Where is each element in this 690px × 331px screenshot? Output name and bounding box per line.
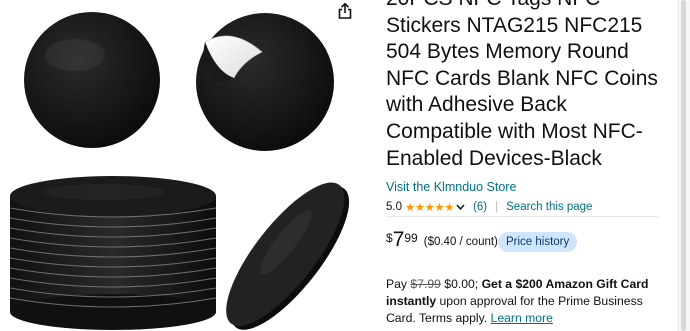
scrollbar-thumb[interactable]: [681, 0, 686, 331]
divider: [386, 216, 658, 217]
price-symbol: $: [386, 231, 393, 245]
nfc-coin-peeled: [196, 13, 334, 151]
learn-more-link[interactable]: Learn more: [491, 311, 553, 325]
price-block: $ 7 99 ($0.40 / count) Price history: [386, 228, 578, 256]
star-rating-icon[interactable]: ★★★★★: [405, 200, 455, 214]
product-image[interactable]: [0, 0, 368, 331]
nfc-coin-leaning: [226, 182, 350, 330]
store-link[interactable]: Visit the Klmnduo Store: [386, 180, 516, 194]
price-history-button[interactable]: Price history: [498, 232, 578, 252]
nfc-coin-stack: [9, 176, 217, 330]
separator: |: [495, 201, 499, 213]
price-whole: 7: [392, 228, 405, 251]
share-icon: [338, 2, 352, 19]
product-title: 20PCS NFC Tags NFC Stickers NTAG215 NFC2…: [386, 0, 658, 170]
offer-original-price: $7.99: [410, 277, 441, 291]
search-this-page-link[interactable]: Search this page: [506, 201, 592, 213]
offer-pay-label: Pay: [386, 277, 408, 291]
unit-price: ($0.40 / count): [423, 236, 498, 248]
rating-row: 5.0 ★★★★★ (6) | Search this page: [386, 199, 592, 215]
nfc-coins-illustration: [9, 12, 350, 330]
share-button[interactable]: [336, 2, 362, 28]
offer-discounted-price: $0.00;: [444, 277, 479, 291]
price-fraction: 99: [404, 231, 418, 245]
chevron-down-icon[interactable]: [456, 204, 465, 210]
gift-card-offer: Pay $7.99 $0.00; Get a $200 Amazon Gift …: [386, 276, 671, 328]
nfc-coin-front: [24, 12, 160, 148]
rating-count-link[interactable]: (6): [473, 201, 487, 213]
rating-value: 5.0: [386, 201, 402, 213]
